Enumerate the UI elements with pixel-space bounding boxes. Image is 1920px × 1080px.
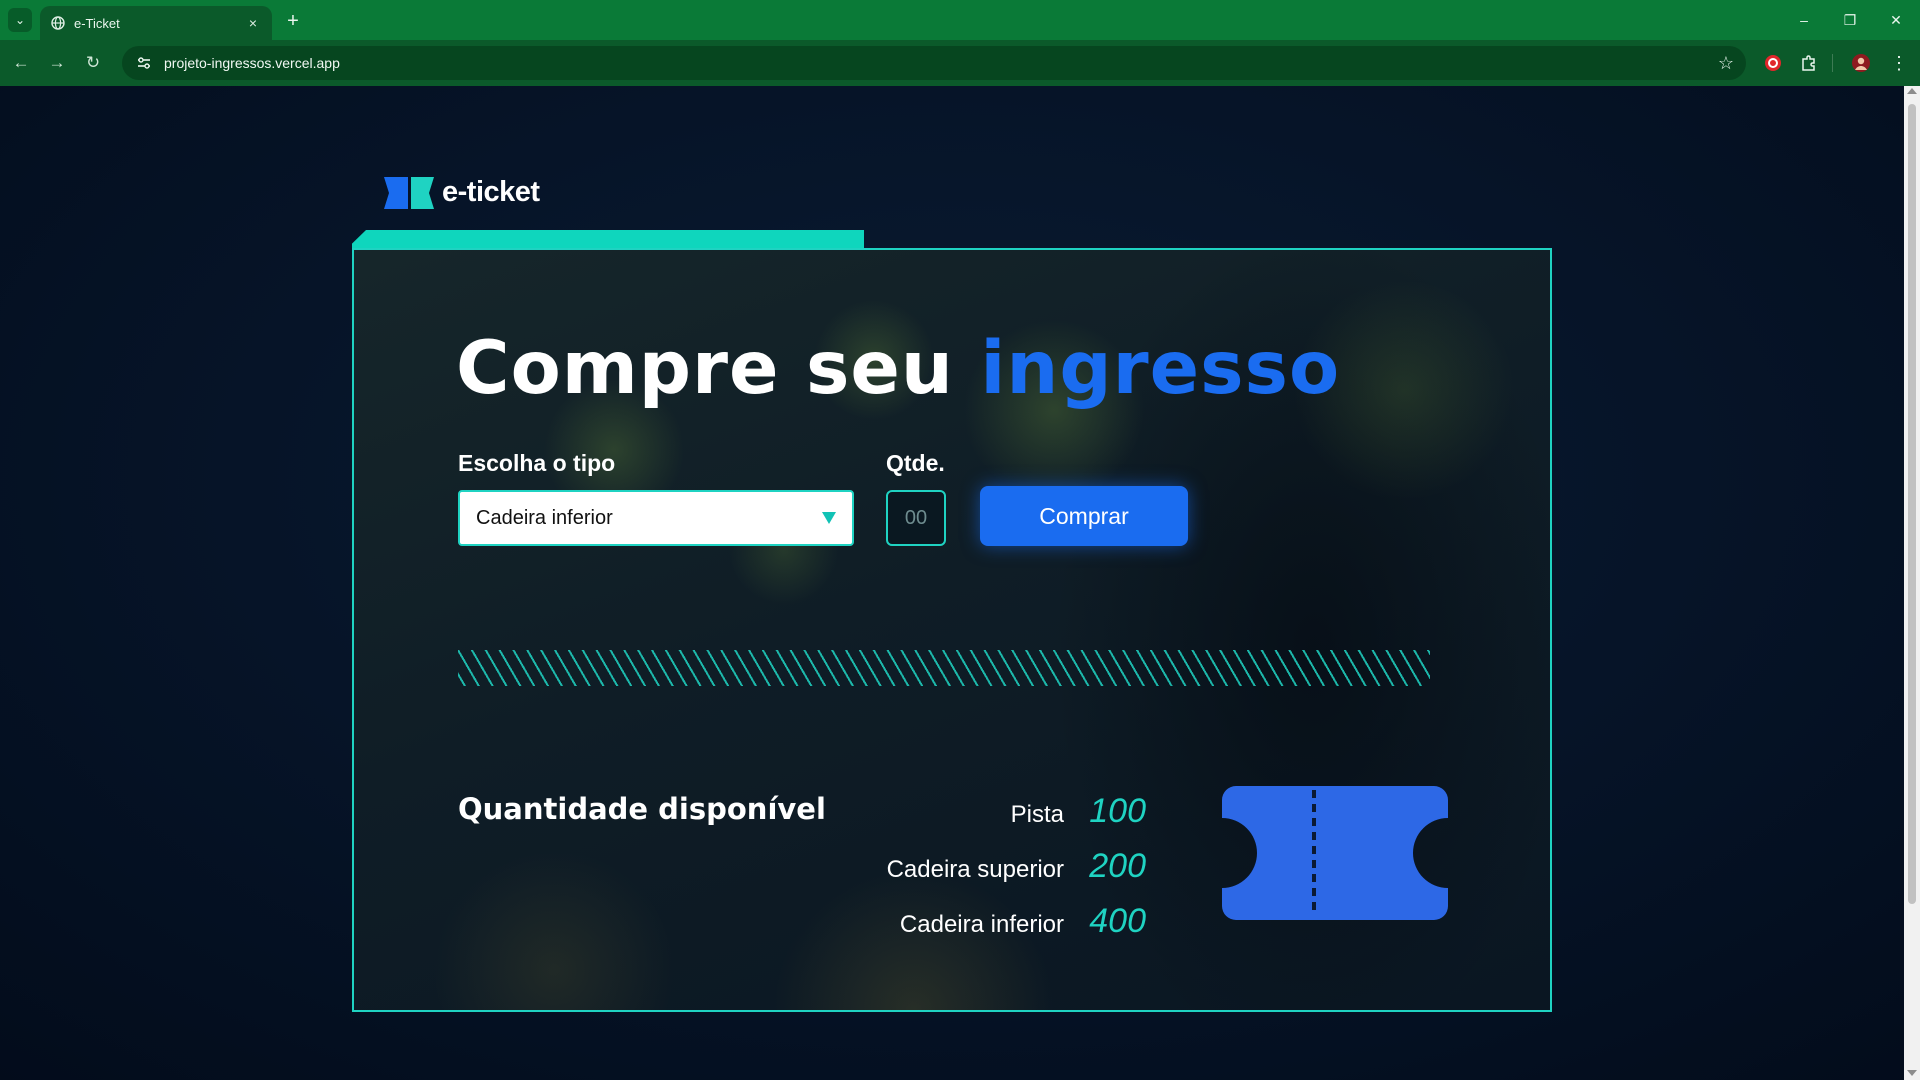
url-text: projeto-ingressos.vercel.app — [164, 55, 340, 71]
globe-icon — [50, 15, 66, 31]
page-title: Compre seu ingresso — [456, 326, 1340, 411]
new-tab-button[interactable]: + — [280, 8, 306, 34]
browser-toolbar: ← → ↻ projeto-ingressos.vercel.app ☆ ⋮ — [0, 40, 1920, 86]
scroll-down-icon[interactable] — [1907, 1070, 1917, 1076]
forward-arrow-icon[interactable]: → — [44, 50, 70, 76]
reload-icon[interactable]: ↻ — [80, 50, 106, 76]
availability-count: 400 — [1089, 902, 1146, 940]
scroll-up-icon[interactable] — [1907, 88, 1917, 94]
kebab-menu-icon[interactable]: ⋮ — [1886, 50, 1912, 76]
caret-down-icon — [822, 512, 836, 524]
star-icon[interactable]: ☆ — [1718, 53, 1734, 74]
availability-name: Pista — [1010, 801, 1064, 828]
availability-title: Quantidade disponível — [458, 792, 826, 826]
stripes-divider — [458, 650, 1430, 686]
availability-row: Pista 100 — [1011, 792, 1146, 831]
restore-button[interactable]: ❐ — [1830, 8, 1870, 32]
availability-name: Cadeira inferior — [899, 911, 1064, 938]
browser-tab-strip: ⌄ e-Ticket × + – ❐ ✕ — [0, 0, 1920, 40]
extension-red-icon[interactable] — [1760, 50, 1786, 76]
page-scrollbar[interactable] — [1904, 86, 1920, 1080]
address-bar[interactable]: projeto-ingressos.vercel.app ☆ — [122, 46, 1746, 80]
minimize-button[interactable]: – — [1784, 8, 1824, 32]
availability-count: 100 — [1089, 792, 1146, 830]
browser-tab[interactable]: e-Ticket × — [40, 6, 272, 40]
availability-name: Cadeira superior — [886, 856, 1064, 883]
type-label: Escolha o tipo — [458, 450, 616, 476]
ticket-illustration-icon — [1222, 786, 1448, 920]
logo-text: e-ticket — [442, 176, 540, 208]
availability-count: 200 — [1089, 847, 1146, 885]
availability-row: Cadeira inferior 400 — [900, 902, 1146, 941]
tab-list-icon[interactable]: ⌄ — [8, 8, 32, 32]
buy-button[interactable]: Comprar — [980, 486, 1188, 546]
quantity-input[interactable]: 00 — [886, 490, 946, 546]
ticket-type-select[interactable]: Cadeira inferior — [458, 490, 854, 546]
qty-label: Qtde. — [886, 450, 945, 476]
headline-part2: ingresso — [980, 326, 1341, 411]
scroll-thumb[interactable] — [1908, 104, 1916, 904]
close-window-button[interactable]: ✕ — [1876, 8, 1916, 32]
availability-row: Cadeira superior 200 — [887, 847, 1146, 886]
purchase-card: Compre seu ingresso Escolha o tipo Cadei… — [352, 248, 1552, 1012]
ticket-type-value: Cadeira inferior — [476, 506, 613, 529]
page-viewport: e-ticket Compre seu ingresso Escolha o t… — [0, 86, 1920, 1080]
tab-title: e-Ticket — [74, 15, 120, 31]
puzzle-icon[interactable] — [1796, 50, 1822, 76]
back-arrow-icon[interactable]: ← — [8, 50, 34, 76]
logo[interactable]: e-ticket — [384, 176, 540, 209]
ticket-logo-icon — [384, 176, 434, 209]
profile-avatar-icon[interactable] — [1848, 50, 1874, 76]
headline-part1: Compre seu — [456, 326, 954, 411]
tab-close-icon[interactable]: × — [244, 15, 262, 31]
toolbar-divider — [1832, 54, 1833, 72]
site-info-icon[interactable] — [134, 53, 154, 73]
